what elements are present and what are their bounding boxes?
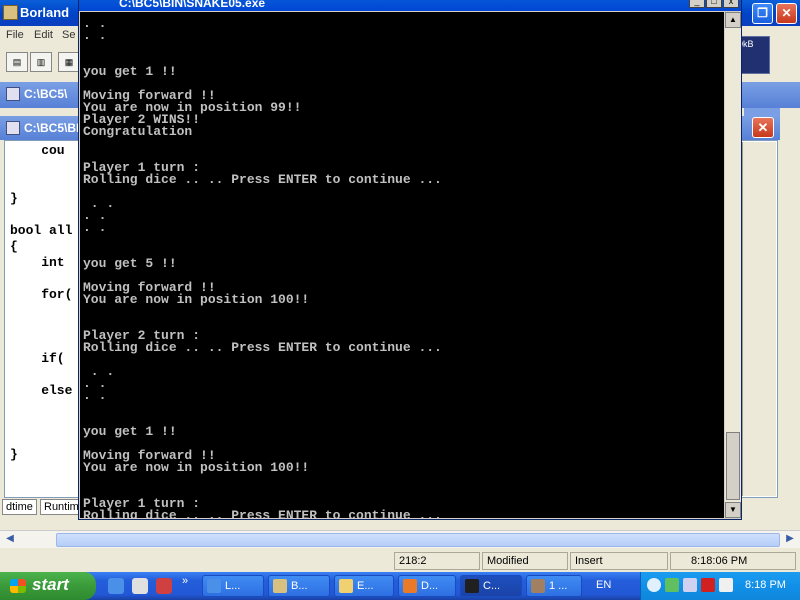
toolbar-button-3[interactable]: ▦	[58, 52, 80, 72]
console-scrollbar[interactable]: ▲ ▼	[725, 12, 741, 518]
tab-dtime[interactable]: dtime	[2, 499, 37, 515]
scroll-right-icon[interactable]: ▶	[782, 533, 798, 547]
console-line: Rolling dice .. .. Press ENTER to contin…	[83, 340, 442, 355]
console-line: . .	[83, 28, 107, 43]
firefox-icon	[403, 579, 417, 593]
console-close-button[interactable]: x	[723, 0, 739, 8]
security-tray-icon[interactable]	[719, 578, 733, 592]
code-line: cou	[10, 143, 65, 158]
console-title: C:\BC5\BIN\SNAKE05.exe	[119, 0, 266, 10]
console-scroll-thumb[interactable]	[726, 432, 740, 500]
toolbar-button-1[interactable]: ▤	[6, 52, 28, 72]
start-button[interactable]: start	[0, 572, 96, 600]
horizontal-scrollbar[interactable]: ◀ ▶	[0, 530, 800, 548]
console-line: You are now in position 100!!	[83, 460, 310, 475]
insert-mode: Insert	[570, 552, 668, 570]
console-line: you get 1 !!	[83, 64, 177, 79]
console-minimize-button[interactable]: _	[689, 0, 705, 8]
console-line: Rolling dice .. .. Press ENTER to contin…	[83, 508, 442, 518]
scroll-left-icon[interactable]: ◀	[2, 533, 18, 547]
ie-quicklaunch-icon[interactable]	[108, 578, 124, 594]
close-button[interactable]: ✕	[776, 3, 797, 24]
console-line: Rolling dice .. .. Press ENTER to contin…	[83, 172, 442, 187]
taskbar-button[interactable]: 1 ...	[526, 575, 582, 597]
taskbar-button-label: L...	[225, 580, 241, 592]
taskbar-button[interactable]: C...	[460, 575, 522, 597]
code-line: }	[10, 191, 18, 206]
code-line: bool all	[10, 223, 73, 238]
document-icon	[6, 121, 20, 135]
taskbar: start » L... B... E... D... C... 1 ... EN 8:1…	[0, 572, 800, 600]
media-quicklaunch-icon[interactable]	[132, 578, 148, 594]
app-quicklaunch-icon[interactable]	[156, 578, 172, 594]
code-line: else	[10, 383, 73, 398]
clock[interactable]: 8:18 PM	[745, 579, 786, 591]
taskbar-button[interactable]: B...	[268, 575, 330, 597]
tab-runtime[interactable]: Runtim	[40, 499, 83, 515]
console-icon	[465, 579, 479, 593]
code-line: for(	[10, 287, 73, 302]
borland-icon	[3, 5, 18, 20]
code-line: {	[10, 239, 18, 254]
modified-status: Modified	[482, 552, 568, 570]
display-tray-icon[interactable]	[683, 578, 697, 592]
code-line: int	[10, 255, 73, 270]
status-bar: 218:2 Modified Insert 8:18:06 PM	[0, 550, 800, 572]
cursor-position: 218:2	[394, 552, 480, 570]
code-line: }	[10, 447, 18, 462]
document-icon	[6, 87, 20, 101]
taskbar-button-label: C...	[483, 580, 501, 592]
console-line: Congratulation	[83, 124, 193, 139]
taskbar-button-label: B...	[291, 580, 308, 592]
taskbar-button-label: D...	[421, 580, 439, 592]
child-window-close-button[interactable]: ✕	[752, 117, 774, 138]
console-window[interactable]: C:\BC5\BIN\SNAKE05.exe _ □ x . . . . you g…	[78, 0, 742, 520]
menu-search[interactable]: Se	[62, 29, 75, 41]
scroll-up-icon[interactable]: ▲	[725, 12, 741, 28]
status-time: 8:18:06 PM	[670, 552, 796, 570]
console-line: . .	[83, 220, 107, 235]
taskbar-button[interactable]: L...	[202, 575, 264, 597]
more-chevron-icon[interactable]: »	[182, 575, 188, 587]
browser-icon	[207, 579, 221, 593]
editor-right-pane	[742, 142, 776, 496]
ide-title: Borland	[20, 5, 70, 20]
network-tray-icon[interactable]	[665, 578, 679, 592]
console-maximize-button[interactable]: □	[706, 0, 722, 8]
console-line: . .	[83, 388, 107, 403]
code-line: if(	[10, 351, 65, 366]
console-output[interactable]: . .. . you get 1 !! Moving forward !! You a…	[80, 12, 724, 518]
scroll-thumb[interactable]	[56, 533, 780, 547]
taskbar-button-label: 1 ...	[549, 580, 568, 592]
borland-icon	[273, 579, 287, 593]
restore-button[interactable]: ❐	[752, 3, 773, 24]
console-line: you get 5 !!	[83, 256, 177, 271]
toolbar-button-2[interactable]: ▥	[30, 52, 52, 72]
menu-file[interactable]: File	[6, 29, 24, 41]
console-line: You are now in position 100!!	[83, 292, 310, 307]
taskbar-button[interactable]: D...	[398, 575, 456, 597]
scroll-down-icon[interactable]: ▼	[725, 502, 741, 518]
start-label: start	[32, 575, 69, 594]
app-icon	[531, 579, 545, 593]
taskbar-button[interactable]: E...	[334, 575, 394, 597]
console-line: you get 1 !!	[83, 424, 177, 439]
antivirus-tray-icon[interactable]	[701, 578, 715, 592]
tray-expand-icon[interactable]	[647, 578, 661, 592]
console-title-bar[interactable]: C:\BC5\BIN\SNAKE05.exe	[79, 0, 741, 11]
language-indicator[interactable]: EN	[596, 579, 611, 591]
menu-edit[interactable]: Edit	[34, 29, 53, 41]
taskbar-button-label: E...	[357, 580, 374, 592]
system-tray: 8:18 PM	[640, 572, 800, 600]
explorer-icon	[339, 579, 353, 593]
child-window-1-label: C:\BC5\	[24, 87, 68, 101]
windows-logo-icon	[10, 579, 26, 593]
